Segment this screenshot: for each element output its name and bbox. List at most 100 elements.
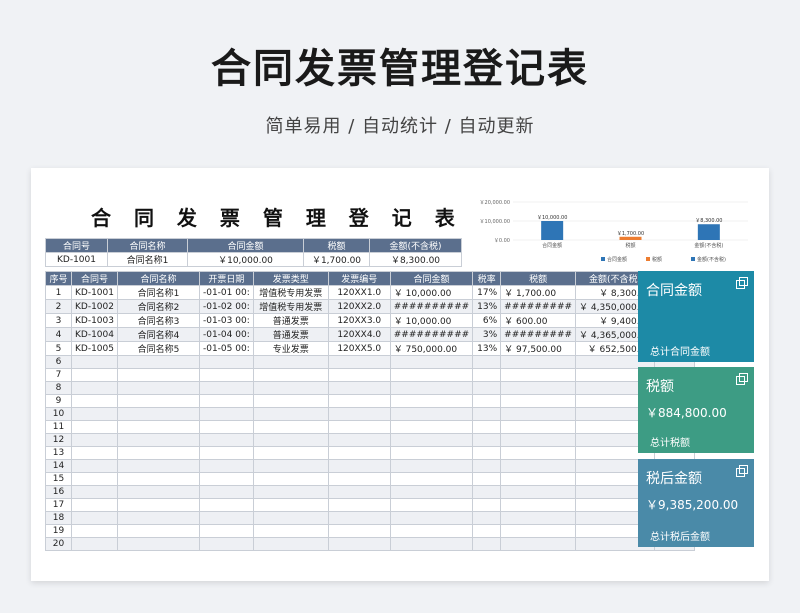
table-cell[interactable]: 合同名称3 xyxy=(116,313,200,328)
table-cell[interactable]: 20 xyxy=(45,537,72,551)
table-cell[interactable] xyxy=(500,524,577,538)
table-cell[interactable] xyxy=(252,485,329,499)
table-cell[interactable] xyxy=(327,537,391,551)
table-cell[interactable] xyxy=(71,407,118,421)
table-cell[interactable] xyxy=(500,368,577,382)
table-cell[interactable] xyxy=(500,511,577,525)
card-after-tax[interactable]: 税后金额 ￥9,385,200.00 总计税后金额 xyxy=(638,459,754,547)
card-tax[interactable]: 税额 ￥884,800.00 总计税额 xyxy=(638,367,754,453)
table-cell[interactable] xyxy=(252,446,329,460)
table-cell[interactable]: 普通发票 xyxy=(252,327,329,342)
table-cell[interactable] xyxy=(116,511,200,525)
table-cell[interactable]: 13 xyxy=(45,446,72,460)
table-cell[interactable]: -01-02 00: xyxy=(198,299,254,314)
table-cell[interactable] xyxy=(198,472,254,486)
table-cell[interactable] xyxy=(198,381,254,395)
table-cell[interactable] xyxy=(198,355,254,369)
table-cell[interactable]: 17 xyxy=(45,498,72,512)
card-contract-amount[interactable]: 合同金额 总计合同金额 xyxy=(638,271,754,362)
table-cell[interactable] xyxy=(472,394,502,408)
table-cell[interactable] xyxy=(252,355,329,369)
table-cell[interactable] xyxy=(389,511,474,525)
table-cell[interactable] xyxy=(389,355,474,369)
table-cell[interactable] xyxy=(252,394,329,408)
table-cell[interactable]: ########## xyxy=(389,299,474,314)
table-cell[interactable] xyxy=(389,381,474,395)
table-cell[interactable] xyxy=(500,472,577,486)
table-cell[interactable] xyxy=(327,394,391,408)
table-cell[interactable] xyxy=(327,420,391,434)
table-cell[interactable] xyxy=(500,537,577,551)
table-cell[interactable] xyxy=(198,368,254,382)
summary-cell[interactable]: 合同名称1 xyxy=(107,252,188,267)
table-cell[interactable] xyxy=(198,498,254,512)
table-cell[interactable]: 12 xyxy=(45,433,72,447)
table-cell[interactable]: KD-1004 xyxy=(71,327,118,342)
table-cell[interactable] xyxy=(327,459,391,473)
table-cell[interactable]: 8 xyxy=(45,381,72,395)
table-cell[interactable] xyxy=(389,368,474,382)
table-cell[interactable] xyxy=(198,485,254,499)
table-cell[interactable]: 10 xyxy=(45,407,72,421)
table-cell[interactable] xyxy=(198,407,254,421)
table-cell[interactable] xyxy=(116,472,200,486)
table-cell[interactable] xyxy=(198,537,254,551)
table-cell[interactable] xyxy=(252,407,329,421)
table-cell[interactable] xyxy=(71,381,118,395)
table-cell[interactable] xyxy=(198,433,254,447)
table-cell[interactable]: ￥ 600.00 xyxy=(500,313,577,328)
table-cell[interactable]: 19 xyxy=(45,524,72,538)
table-cell[interactable]: 13% xyxy=(472,341,502,356)
table-cell[interactable]: 合同名称2 xyxy=(116,299,200,314)
table-cell[interactable] xyxy=(252,459,329,473)
table-cell[interactable] xyxy=(252,433,329,447)
table-cell[interactable] xyxy=(327,446,391,460)
table-cell[interactable] xyxy=(327,498,391,512)
table-cell[interactable] xyxy=(500,498,577,512)
table-cell[interactable] xyxy=(500,433,577,447)
table-cell[interactable] xyxy=(71,498,118,512)
table-cell[interactable]: 3% xyxy=(472,327,502,342)
summary-cell[interactable]: ￥1,700.00 xyxy=(303,252,370,267)
table-cell[interactable] xyxy=(71,433,118,447)
table-cell[interactable] xyxy=(71,485,118,499)
table-cell[interactable]: 18 xyxy=(45,511,72,525)
table-cell[interactable]: 13% xyxy=(472,299,502,314)
table-cell[interactable]: KD-1005 xyxy=(71,341,118,356)
table-cell[interactable]: ￥ 97,500.00 xyxy=(500,341,577,356)
table-cell[interactable]: 专业发票 xyxy=(252,341,329,356)
table-cell[interactable] xyxy=(389,420,474,434)
table-cell[interactable] xyxy=(252,498,329,512)
table-cell[interactable] xyxy=(389,459,474,473)
table-cell[interactable] xyxy=(500,446,577,460)
table-cell[interactable]: -01-03 00: xyxy=(198,313,254,328)
table-cell[interactable] xyxy=(327,524,391,538)
table-cell[interactable] xyxy=(116,446,200,460)
table-cell[interactable] xyxy=(472,537,502,551)
table-cell[interactable] xyxy=(71,446,118,460)
table-cell[interactable] xyxy=(71,472,118,486)
table-cell[interactable] xyxy=(472,407,502,421)
table-cell[interactable]: 7 xyxy=(45,368,72,382)
table-cell[interactable] xyxy=(500,394,577,408)
table-cell[interactable] xyxy=(472,524,502,538)
summary-cell[interactable]: ￥8,300.00 xyxy=(369,252,462,267)
table-cell[interactable] xyxy=(198,446,254,460)
table-cell[interactable]: ######### xyxy=(500,299,577,314)
table-cell[interactable]: 16 xyxy=(45,485,72,499)
table-cell[interactable] xyxy=(327,433,391,447)
table-cell[interactable]: 120XX5.0 xyxy=(327,341,391,356)
table-cell[interactable] xyxy=(116,485,200,499)
table-cell[interactable]: 5 xyxy=(45,341,72,356)
table-cell[interactable]: 2 xyxy=(45,299,72,314)
table-cell[interactable]: 1 xyxy=(45,285,72,300)
table-cell[interactable]: ￥ 1,700.00 xyxy=(500,285,577,300)
table-cell[interactable] xyxy=(472,368,502,382)
table-cell[interactable]: 增值税专用发票 xyxy=(252,285,329,300)
table-cell[interactable] xyxy=(71,537,118,551)
table-cell[interactable] xyxy=(116,368,200,382)
table-cell[interactable] xyxy=(71,524,118,538)
table-cell[interactable] xyxy=(500,355,577,369)
table-cell[interactable] xyxy=(327,407,391,421)
table-cell[interactable] xyxy=(389,485,474,499)
